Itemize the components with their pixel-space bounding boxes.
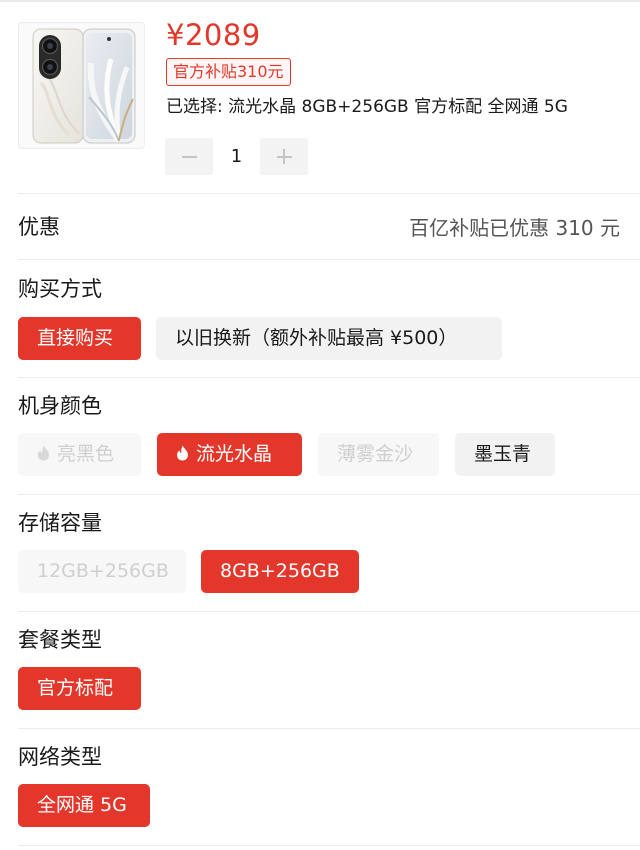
color-title: 机身颜色: [18, 394, 102, 418]
top-separator: [0, 0, 640, 2]
storage-title: 存储容量: [18, 511, 102, 535]
color-option-label: 流光水晶: [196, 443, 273, 465]
quantity-value[interactable]: 1: [213, 138, 260, 175]
divider: [18, 611, 640, 612]
storage-option-12gb[interactable]: 12GB+256GB: [18, 550, 186, 593]
divider: [18, 193, 640, 194]
divider: [18, 728, 640, 729]
selected-spec-summary: 已选择: 流光水晶 8GB+256GB 官方标配 全网通 5G: [166, 97, 568, 117]
divider: [18, 494, 640, 495]
option-direct-buy[interactable]: 直接购买: [18, 317, 141, 360]
quantity-decrease-button[interactable]: [165, 138, 213, 175]
divider: [18, 845, 640, 846]
color-option-green[interactable]: 墨玉青: [455, 433, 555, 476]
divider: [18, 377, 640, 378]
color-option-black[interactable]: 亮黑色: [18, 433, 141, 476]
promo-title: 优惠: [18, 215, 60, 239]
product-price: ¥2089: [166, 18, 261, 52]
color-option-label: 亮黑色: [57, 443, 115, 465]
phone-image: [32, 28, 136, 144]
network-title: 网络类型: [18, 745, 102, 769]
divider: [18, 259, 640, 260]
promo-detail: 百亿补贴已优惠 310 元: [409, 216, 620, 240]
product-image: [18, 22, 145, 149]
storage-option-8gb[interactable]: 8GB+256GB: [201, 550, 359, 593]
package-title: 套餐类型: [18, 628, 102, 652]
package-option-standard[interactable]: 官方标配: [18, 667, 141, 710]
color-option-gold[interactable]: 薄雾金沙: [318, 433, 439, 476]
quantity-increase-button[interactable]: [260, 138, 308, 175]
minus-icon: [181, 155, 197, 158]
subsidy-badge: 官方补贴310元: [166, 58, 291, 86]
purchase-method-title: 购买方式: [18, 277, 102, 301]
network-option-5g[interactable]: 全网通 5G: [18, 784, 150, 827]
option-trade-in[interactable]: 以旧换新（额外补贴最高 ¥500）: [156, 317, 502, 360]
flame-icon: [177, 445, 188, 461]
color-option-crystal[interactable]: 流光水晶: [157, 433, 302, 476]
flame-icon: [38, 445, 49, 461]
